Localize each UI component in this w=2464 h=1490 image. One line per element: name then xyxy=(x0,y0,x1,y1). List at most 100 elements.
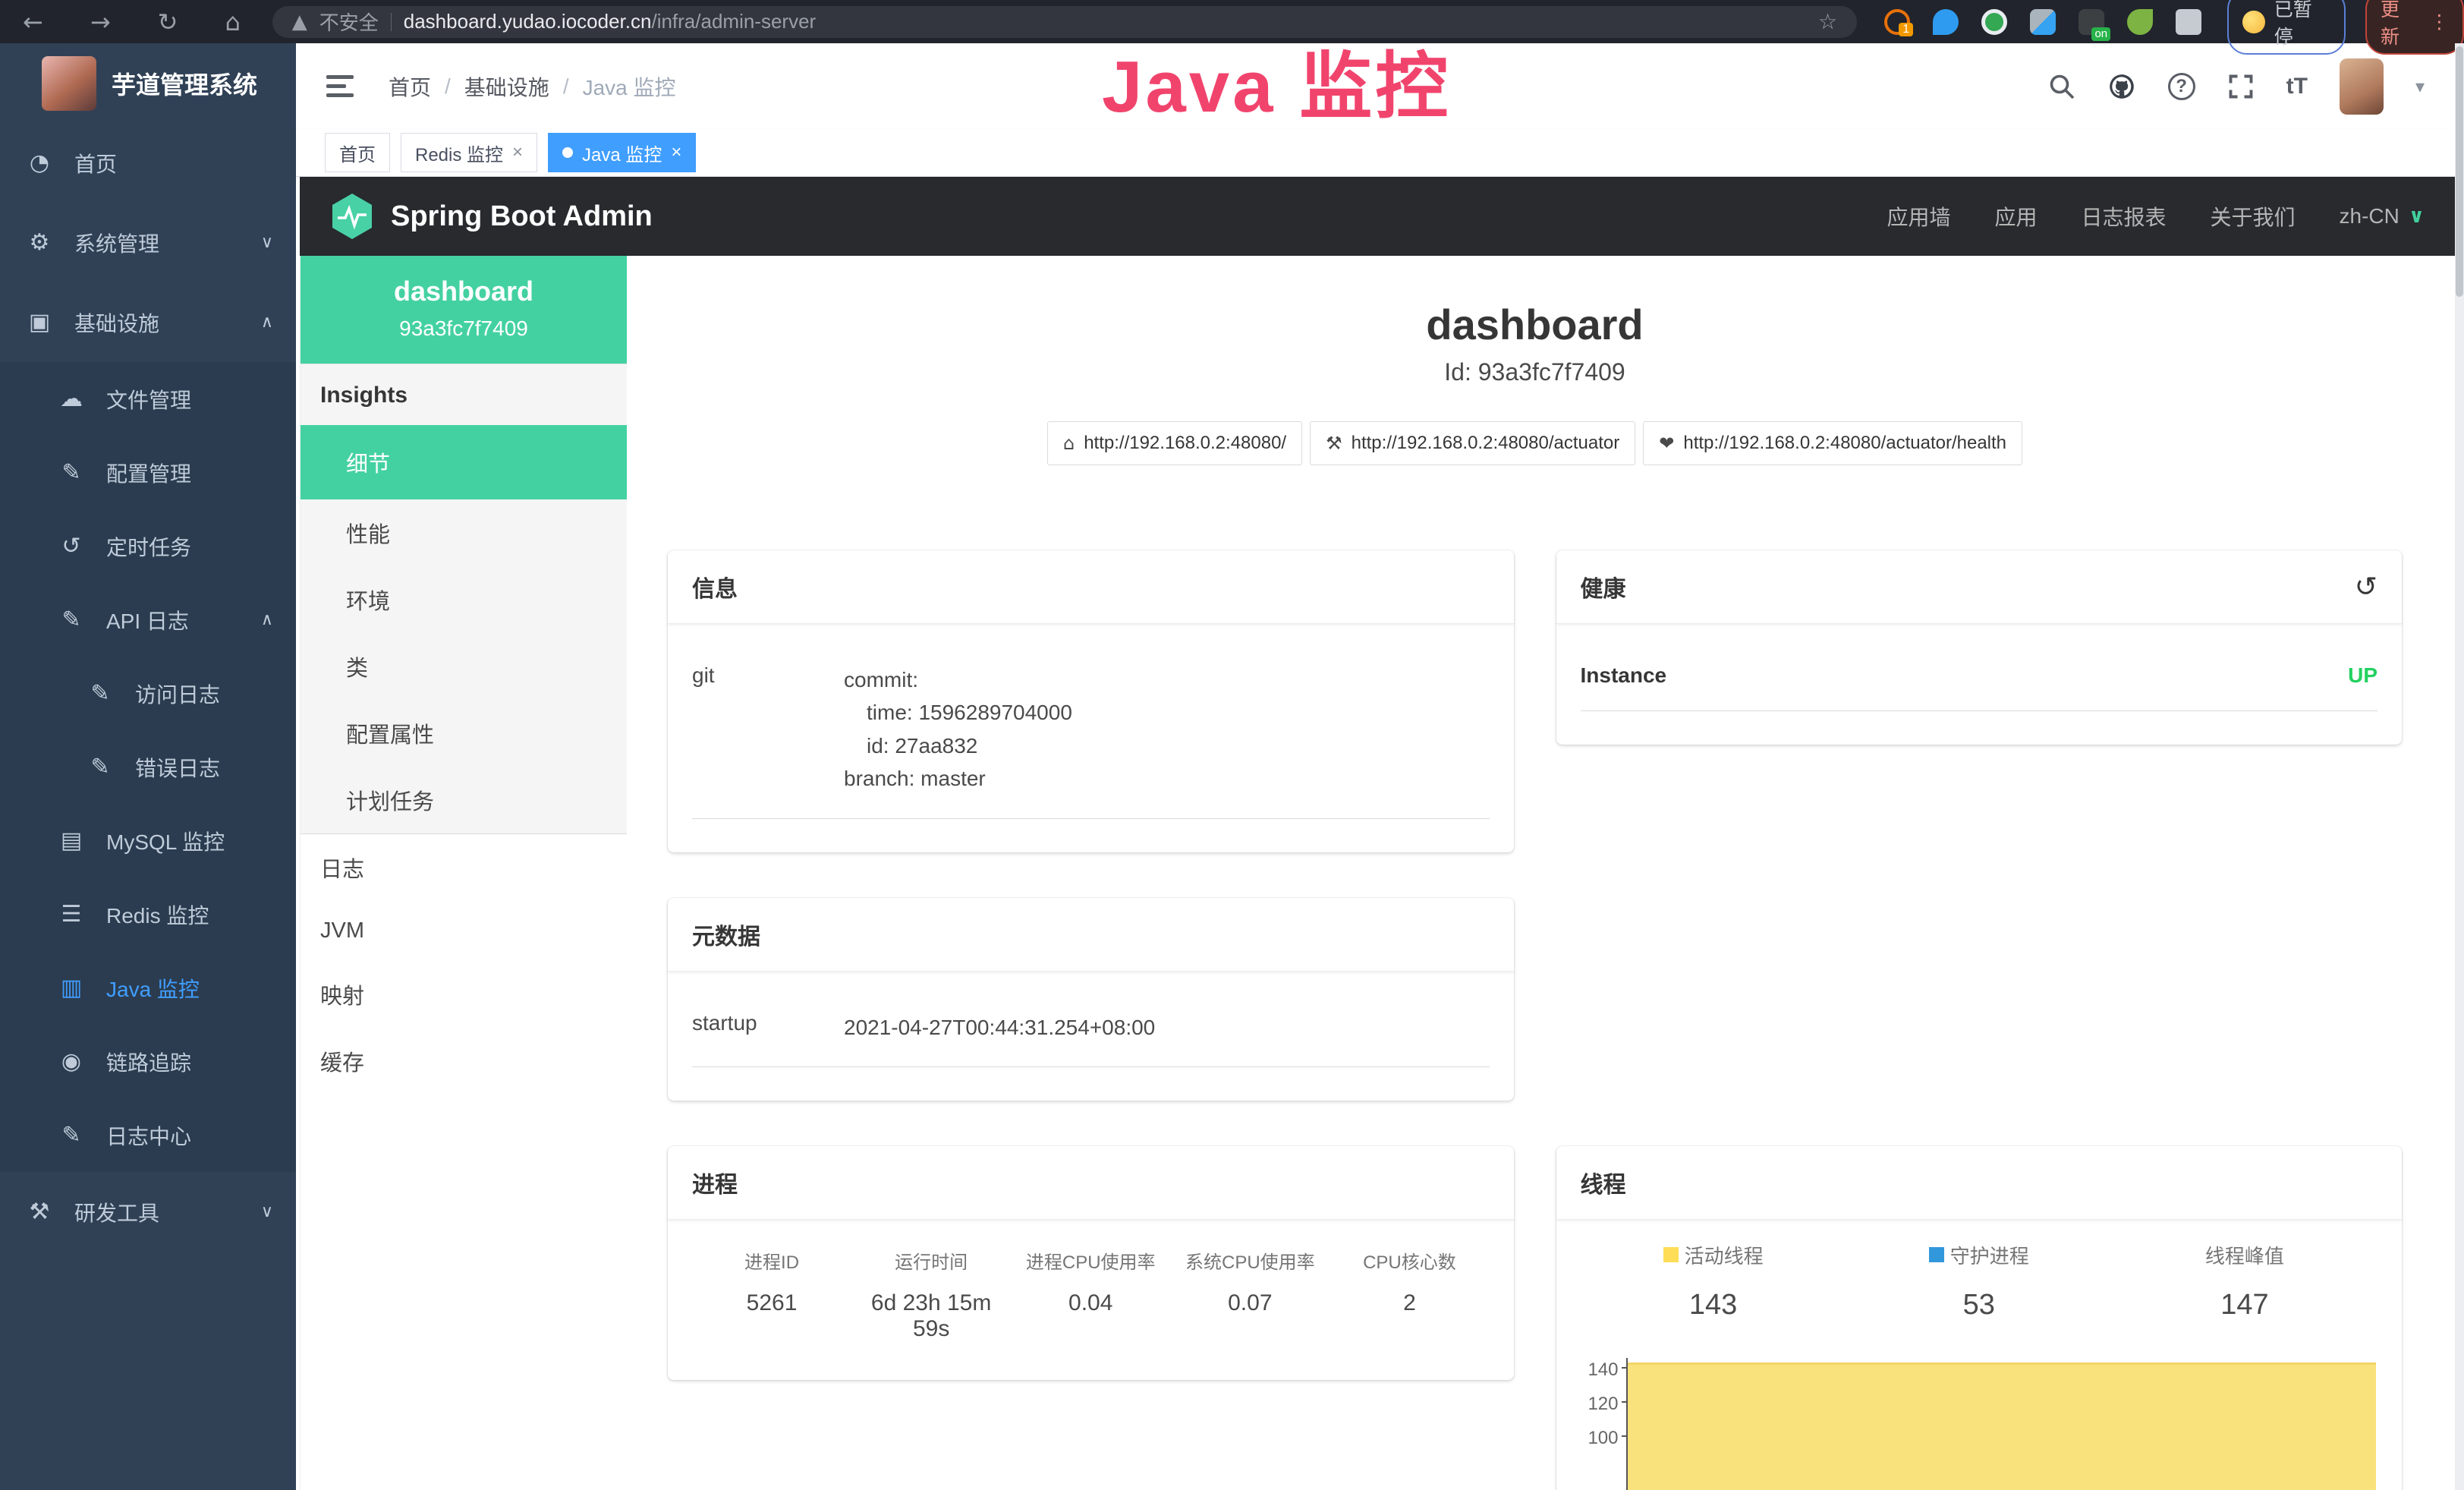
tab-label: 首页 xyxy=(339,140,376,166)
sidebar-item-error-log[interactable]: ✎ 错误日志 xyxy=(0,730,296,804)
sba-menu-jvm[interactable]: JVM xyxy=(301,901,627,961)
insights-group-label: Insights xyxy=(301,364,627,425)
back-icon[interactable]: ← xyxy=(23,8,43,36)
tab-home[interactable]: 首页 xyxy=(325,133,390,172)
sidebar-item-home[interactable]: ◔ 首页 xyxy=(0,123,296,203)
sba-menu-scheduledtasks[interactable]: 计划任务 xyxy=(301,767,627,833)
sidebar-item-config-manage[interactable]: ✎ 配置管理 xyxy=(0,436,296,509)
extension-icon-leaf[interactable] xyxy=(2127,9,2153,35)
sidebar-item-redis-monitor[interactable]: ☰ Redis 监控 xyxy=(0,877,296,951)
sidebar-item-infra[interactable]: ▣ 基础设施 ∧ xyxy=(0,282,296,362)
extension-icon-pin[interactable] xyxy=(1933,9,1959,35)
breadcrumb-separator: / xyxy=(563,74,569,99)
fullscreen-icon[interactable] xyxy=(2227,73,2255,100)
card-title: 元数据 xyxy=(692,918,760,951)
sidebar-item-mysql-monitor[interactable]: ▤ MySQL 监控 xyxy=(0,804,296,877)
sba-locale-select[interactable]: zh-CN ∨ xyxy=(2340,204,2425,228)
github-icon[interactable] xyxy=(2107,72,2136,101)
sidebar-item-api-log[interactable]: ✎ API 日志 ∧ xyxy=(0,583,296,657)
cloud-upload-icon: ☁ xyxy=(56,386,87,412)
emoji-face-icon xyxy=(2242,11,2265,33)
sba-menu-details[interactable]: 细节 xyxy=(301,425,627,499)
tab-java-monitor[interactable]: Java 监控 × xyxy=(548,133,696,172)
process-pid-col: 进程ID 5261 xyxy=(692,1247,851,1342)
update-button[interactable]: 更新 ⋮ xyxy=(2365,0,2464,55)
breadcrumb-infra[interactable]: 基础设施 xyxy=(464,71,549,102)
link-label: http://192.168.0.2:48080/ xyxy=(1084,433,1286,454)
card-title: 信息 xyxy=(692,570,738,603)
home-icon[interactable]: ⌂ xyxy=(225,8,240,36)
sidebar-item-label: 研发工具 xyxy=(74,1197,159,1227)
extension-icon-switch[interactable]: on xyxy=(2079,9,2104,35)
sidebar-item-label: 配置管理 xyxy=(106,458,191,488)
col-label: 运行时间 xyxy=(851,1247,1011,1274)
sba-brand[interactable]: Spring Boot Admin xyxy=(330,192,653,241)
sba-nav-wallboard[interactable]: 应用墙 xyxy=(1887,201,1950,232)
user-avatar[interactable] xyxy=(2340,58,2384,115)
url-text[interactable]: dashboard.yudao.iocoder.cn/infra/admin-s… xyxy=(404,10,816,33)
sidebar-item-system[interactable]: ⚙ 系统管理 ∨ xyxy=(0,203,296,282)
sidebar-item-file-manage[interactable]: ☁ 文件管理 xyxy=(0,362,296,436)
url-bar[interactable]: ▲ 不安全 dashboard.yudao.iocoder.cn/infra/a… xyxy=(272,6,1857,38)
extension-icon-orange[interactable]: 1 xyxy=(1884,9,1910,35)
sidebar-item-label: Redis 监控 xyxy=(106,899,209,930)
sba-nav-applications[interactable]: 应用 xyxy=(1994,201,2037,232)
sba-menu-environment[interactable]: 环境 xyxy=(301,566,627,633)
sba-nav-journal[interactable]: 日志报表 xyxy=(2082,201,2167,232)
sidebar-item-tracing[interactable]: ◉ 链路追踪 xyxy=(0,1025,296,1098)
sba-menu-caches[interactable]: 缓存 xyxy=(301,1028,627,1095)
extension-icon-grid[interactable] xyxy=(2030,9,2056,35)
sba-menu-metrics[interactable]: 性能 xyxy=(301,499,627,566)
sba-nav-about[interactable]: 关于我们 xyxy=(2211,201,2296,232)
sidebar-item-log-center[interactable]: ✎ 日志中心 xyxy=(0,1098,296,1172)
active-dot xyxy=(562,147,573,158)
breadcrumb-home[interactable]: 首页 xyxy=(389,71,431,102)
sidebar-item-scheduled-jobs[interactable]: ↺ 定时任务 xyxy=(0,509,296,583)
page-subtitle: Id: 93a3fc7f7409 xyxy=(668,358,2402,386)
sidebar-item-java-monitor[interactable]: ▥ Java 监控 xyxy=(0,951,296,1025)
sidebar-collapse-icon[interactable] xyxy=(326,75,354,97)
sba-menu-configprops[interactable]: 配置属性 xyxy=(301,700,627,767)
tab-redis-monitor[interactable]: Redis 监控 × xyxy=(401,133,537,172)
paused-chip[interactable]: 已暂停 xyxy=(2227,0,2346,55)
sidebar-item-label: 文件管理 xyxy=(106,384,191,414)
help-icon[interactable]: ? xyxy=(2168,73,2195,100)
live-threads-stat: 活动线程 143 xyxy=(1581,1241,1846,1321)
sidebar-submenu-infra: ☁ 文件管理 ✎ 配置管理 ↺ 定时任务 ✎ API 日志 ∧ ✎ 访问日志 ✎… xyxy=(0,362,296,1172)
search-icon[interactable] xyxy=(2048,73,2075,100)
extension-icon-green-circle[interactable] xyxy=(1981,9,2007,35)
card-title: 健康 xyxy=(1581,570,1626,603)
chevron-up-icon: ∧ xyxy=(261,313,273,332)
paused-label: 已暂停 xyxy=(2274,0,2330,49)
font-size-icon[interactable]: tT xyxy=(2286,74,2308,99)
col-value: 5261 xyxy=(692,1290,851,1316)
history-icon[interactable]: ↺ xyxy=(2355,572,2377,603)
page-title: dashboard xyxy=(668,300,2402,349)
instance-header: dashboard 93a3fc7f7409 xyxy=(301,256,627,364)
tab-label: Java 监控 xyxy=(582,140,662,166)
actuator-url-link[interactable]: ⚒ http://192.168.0.2:48080/actuator xyxy=(1310,421,1635,465)
daemon-threads-stat: 守护进程 53 xyxy=(1846,1241,2112,1321)
bookmark-star-icon[interactable]: ☆ xyxy=(1818,9,1837,34)
kebab-menu-icon[interactable]: ⋮ xyxy=(2430,11,2449,33)
scrollbar-thumb[interactable] xyxy=(2456,46,2463,297)
breadcrumb-separator: / xyxy=(445,74,451,99)
health-url-link[interactable]: ❤ http://192.168.0.2:48080/actuator/heal… xyxy=(1643,421,2022,465)
reload-icon[interactable]: ↻ xyxy=(158,8,178,36)
forward-icon[interactable]: → xyxy=(90,8,111,36)
sba-menu-mappings[interactable]: 映射 xyxy=(301,961,627,1028)
close-icon[interactable]: × xyxy=(512,142,523,163)
service-url-link[interactable]: ⌂ http://192.168.0.2:48080/ xyxy=(1047,421,1302,465)
close-icon[interactable]: × xyxy=(671,142,681,163)
security-label[interactable]: 不安全 xyxy=(319,8,379,36)
puzzle-extensions-icon[interactable] xyxy=(2176,9,2201,35)
breadcrumb: 首页 / 基础设施 / Java 监控 xyxy=(389,71,676,102)
divider xyxy=(391,13,392,31)
user-menu-caret-icon[interactable]: ▾ xyxy=(2415,76,2425,97)
app-logo[interactable]: 芋道管理系统 xyxy=(0,43,296,123)
sba-menu-logs[interactable]: 日志 xyxy=(301,834,627,901)
home-icon: ⌂ xyxy=(1063,433,1075,454)
sidebar-item-dev-tools[interactable]: ⚒ 研发工具 ∨ xyxy=(0,1172,296,1252)
sba-menu-classes[interactable]: 类 xyxy=(301,633,627,700)
sidebar-item-access-log[interactable]: ✎ 访问日志 xyxy=(0,657,296,730)
